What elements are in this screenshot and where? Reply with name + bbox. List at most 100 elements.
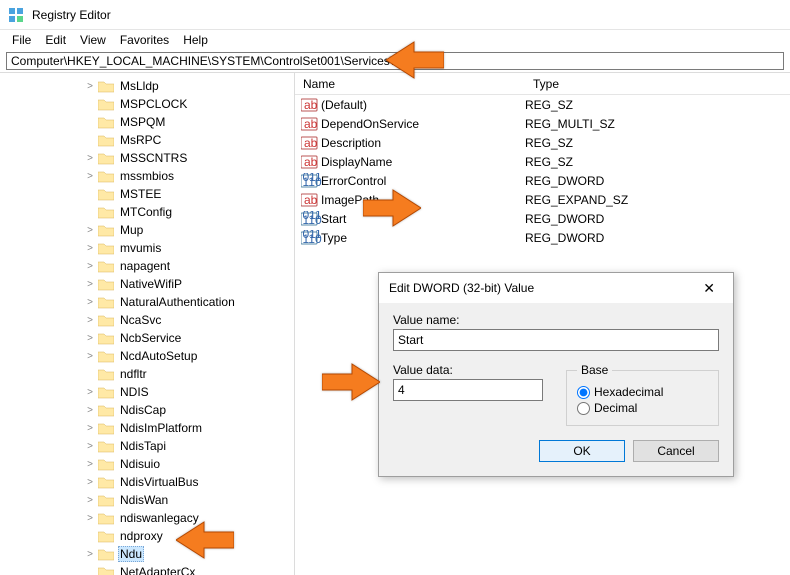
- chevron-right-icon[interactable]: >: [84, 315, 96, 326]
- tree-item[interactable]: >NcaSvc: [0, 311, 294, 329]
- tree-item[interactable]: >Mup: [0, 221, 294, 239]
- chevron-right-icon[interactable]: >: [84, 495, 96, 506]
- col-header-name[interactable]: Name: [295, 77, 525, 91]
- radio-hex-input[interactable]: [577, 386, 590, 399]
- menu-file[interactable]: File: [6, 31, 37, 49]
- chevron-right-icon[interactable]: >: [84, 387, 96, 398]
- tree-item-label: ndiswanlegacy: [118, 511, 201, 525]
- tree-item[interactable]: >NdisTapi: [0, 437, 294, 455]
- tree-item[interactable]: >MSSCNTRS: [0, 149, 294, 167]
- value-type: REG_EXPAND_SZ: [525, 193, 675, 207]
- chevron-right-icon[interactable]: >: [84, 351, 96, 362]
- chevron-right-icon[interactable]: >: [84, 171, 96, 182]
- radio-hexadecimal[interactable]: Hexadecimal: [577, 385, 708, 399]
- menu-bar: File Edit View Favorites Help: [0, 30, 790, 50]
- chevron-right-icon[interactable]: >: [84, 225, 96, 236]
- cancel-button[interactable]: Cancel: [633, 440, 719, 462]
- dword-value-icon: [301, 211, 317, 227]
- tree-item[interactable]: MSPQM: [0, 113, 294, 131]
- chevron-right-icon[interactable]: >: [84, 423, 96, 434]
- value-name: Description: [321, 136, 525, 150]
- chevron-right-icon[interactable]: >: [84, 513, 96, 524]
- tree-item-label: NativeWifiP: [118, 277, 184, 291]
- base-fieldset: Base Hexadecimal Decimal: [566, 363, 719, 426]
- folder-icon: [98, 529, 114, 543]
- chevron-right-icon[interactable]: >: [84, 477, 96, 488]
- chevron-right-icon[interactable]: >: [84, 81, 96, 92]
- list-row[interactable]: ErrorControlREG_DWORD: [295, 171, 790, 190]
- list-row[interactable]: TypeREG_DWORD: [295, 228, 790, 247]
- tree-item[interactable]: > NativeWifiP: [0, 275, 294, 293]
- chevron-right-icon[interactable]: >: [84, 459, 96, 470]
- tree-item-label: ndproxy: [118, 529, 165, 543]
- list-row[interactable]: (Default)REG_SZ: [295, 95, 790, 114]
- col-header-type[interactable]: Type: [525, 77, 675, 91]
- folder-icon: [98, 493, 114, 507]
- list-row[interactable]: DependOnServiceREG_MULTI_SZ: [295, 114, 790, 133]
- folder-icon: [98, 349, 114, 363]
- list-header: Name Type: [295, 73, 790, 95]
- list-row[interactable]: DisplayNameREG_SZ: [295, 152, 790, 171]
- tree-item[interactable]: > NDIS: [0, 383, 294, 401]
- folder-icon: [98, 79, 114, 93]
- tree-item[interactable]: > ndiswanlegacy: [0, 509, 294, 527]
- tree-item[interactable]: >NdisWan: [0, 491, 294, 509]
- menu-help[interactable]: Help: [177, 31, 214, 49]
- tree-item[interactable]: >NcbService: [0, 329, 294, 347]
- tree-item[interactable]: ndproxy: [0, 527, 294, 545]
- close-icon[interactable]: ✕: [695, 276, 723, 301]
- regedit-icon: [8, 7, 24, 23]
- chevron-right-icon[interactable]: >: [84, 441, 96, 452]
- tree-item[interactable]: ndfltr: [0, 365, 294, 383]
- tree-pane[interactable]: >MsLldpMSPCLOCK MSPQM MsRPC>MSSCNTRS>mssmb…: [0, 73, 295, 575]
- menu-favorites[interactable]: Favorites: [114, 31, 175, 49]
- folder-icon: [98, 313, 114, 327]
- list-row[interactable]: ImagePathREG_EXPAND_SZ: [295, 190, 790, 209]
- tree-item[interactable]: MSTEE: [0, 185, 294, 203]
- value-name-input[interactable]: [393, 329, 719, 351]
- tree-item[interactable]: >mssmbios: [0, 167, 294, 185]
- tree-item[interactable]: MSPCLOCK: [0, 95, 294, 113]
- tree-item-label: NDIS: [118, 385, 151, 399]
- ok-button[interactable]: OK: [539, 440, 625, 462]
- tree-item[interactable]: MTConfig: [0, 203, 294, 221]
- tree-item[interactable]: >mvumis: [0, 239, 294, 257]
- tree-item[interactable]: >NdisImPlatform: [0, 419, 294, 437]
- chevron-right-icon[interactable]: >: [84, 297, 96, 308]
- chevron-right-icon[interactable]: >: [84, 333, 96, 344]
- address-input[interactable]: [6, 52, 784, 70]
- chevron-right-icon[interactable]: >: [84, 405, 96, 416]
- tree-item[interactable]: MsRPC: [0, 131, 294, 149]
- chevron-right-icon[interactable]: >: [84, 549, 96, 560]
- value-name: Start: [321, 212, 525, 226]
- tree-item-label: napagent: [118, 259, 172, 273]
- value-name: DisplayName: [321, 155, 525, 169]
- chevron-right-icon[interactable]: >: [84, 153, 96, 164]
- tree-item[interactable]: >Ndisuio: [0, 455, 294, 473]
- chevron-right-icon[interactable]: >: [84, 261, 96, 272]
- folder-icon: [98, 205, 114, 219]
- tree-item[interactable]: NetAdapterCx: [0, 563, 294, 575]
- tree-item[interactable]: >Ndu: [0, 545, 294, 563]
- tree-item-label: NcdAutoSetup: [118, 349, 199, 363]
- chevron-right-icon[interactable]: >: [84, 279, 96, 290]
- tree-item[interactable]: > NcdAutoSetup: [0, 347, 294, 365]
- chevron-right-icon[interactable]: >: [84, 243, 96, 254]
- menu-edit[interactable]: Edit: [39, 31, 72, 49]
- tree-item[interactable]: >NdisVirtualBus: [0, 473, 294, 491]
- folder-icon: [98, 421, 114, 435]
- tree-item[interactable]: >MsLldp: [0, 77, 294, 95]
- radio-decimal[interactable]: Decimal: [577, 401, 708, 415]
- menu-view[interactable]: View: [74, 31, 112, 49]
- tree-item[interactable]: >NaturalAuthentication: [0, 293, 294, 311]
- value-data-input[interactable]: [393, 379, 543, 401]
- radio-dec-input[interactable]: [577, 402, 590, 415]
- address-bar: [0, 50, 790, 72]
- list-row[interactable]: DescriptionREG_SZ: [295, 133, 790, 152]
- tree-item[interactable]: >NdisCap: [0, 401, 294, 419]
- folder-icon: [98, 457, 114, 471]
- tree-item[interactable]: > napagent: [0, 257, 294, 275]
- tree-item-label: MSPQM: [118, 115, 167, 129]
- tree-item-label: ndfltr: [118, 367, 149, 381]
- list-row[interactable]: StartREG_DWORD: [295, 209, 790, 228]
